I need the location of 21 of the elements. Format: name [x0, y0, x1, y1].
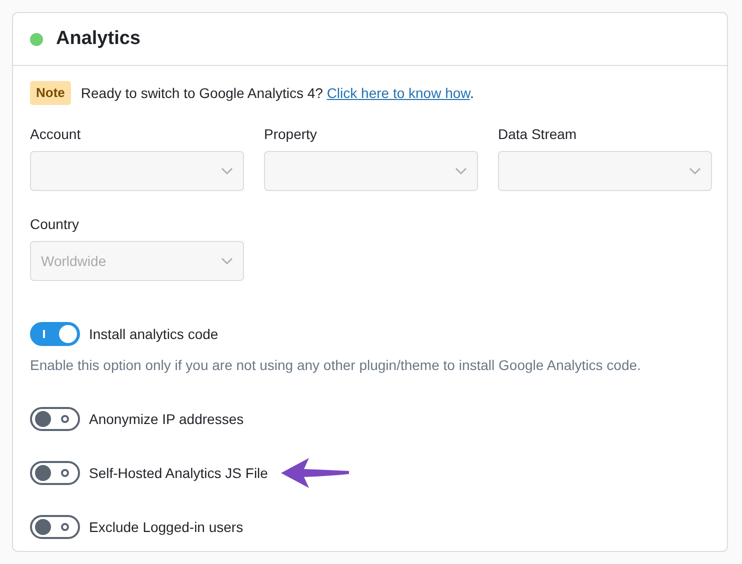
field-label: Property: [264, 125, 318, 143]
toggle-switch[interactable]: [30, 461, 80, 485]
note-badge: Note: [30, 81, 71, 105]
toggle-label: Install analytics code: [89, 324, 218, 344]
toggle-switch[interactable]: [30, 322, 80, 346]
know-how-link[interactable]: Click here to know how: [326, 84, 470, 100]
toggle-label: Anonymize IP addresses: [89, 410, 244, 429]
chevron-down-icon: [689, 167, 701, 175]
panel-title: Analytics: [56, 26, 140, 51]
chevron-down-icon: [221, 257, 233, 265]
note-text: Ready to switch to Google Analytics 4? Click here to know how.: [80, 84, 474, 103]
toggle-label: Exclude Logged-in users: [89, 518, 244, 537]
toggle-switch[interactable]: [30, 407, 80, 431]
field-label: Account: [30, 125, 82, 143]
field-label: Data Stream: [498, 125, 578, 143]
field-label: Country: [30, 215, 80, 233]
toggle-label: Self-Hosted Analytics JS File: [89, 464, 268, 483]
chevron-down-icon: [221, 167, 233, 175]
option-description: Enable this option only if you are not using any other plugin/theme to install Google Analytics code.: [30, 356, 642, 375]
chevron-down-icon: [455, 167, 467, 175]
toggle-switch[interactable]: [30, 515, 80, 539]
